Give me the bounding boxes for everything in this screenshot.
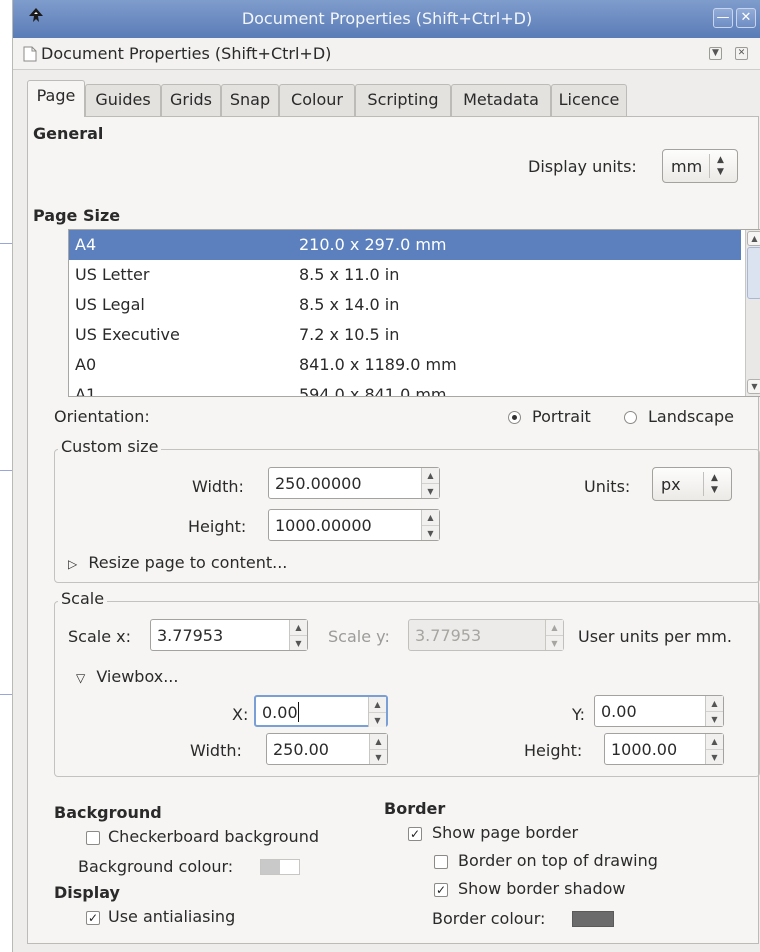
spin-arrows-icon[interactable]: ▲ ▼	[369, 734, 387, 764]
viewbox-y-input[interactable]: 0.00 ▲ ▼	[594, 695, 724, 727]
document-icon	[23, 46, 37, 62]
landscape-radio[interactable]	[624, 411, 637, 424]
dock-close-icon[interactable]: ✕	[735, 47, 748, 60]
viewbox-x-label: X:	[232, 705, 249, 724]
viewbox-label: Viewbox...	[96, 667, 179, 686]
list-item[interactable]: US Letter 8.5 x 11.0 in	[69, 260, 741, 290]
checkerboard-label[interactable]: Checkerboard background	[108, 827, 319, 846]
combo-arrows-icon: ▲ ▼	[717, 155, 724, 177]
page-tab-panel: General Display units: mm ▲ ▼ Page Size A…	[27, 116, 760, 944]
viewbox-expander[interactable]: ▽ Viewbox...	[76, 667, 178, 686]
orientation-label: Orientation:	[54, 407, 150, 426]
spin-arrows-icon: ▲ ▼	[545, 620, 563, 650]
spin-arrows-icon[interactable]: ▲ ▼	[705, 734, 723, 764]
scale-y-label: Scale y:	[328, 627, 390, 646]
window-titlebar[interactable]: Document Properties (Shift+Ctrl+D) — ✕	[13, 0, 760, 38]
viewbox-y-label: Y:	[572, 705, 586, 724]
background-heading: Background	[54, 803, 162, 822]
landscape-label[interactable]: Landscape	[648, 407, 734, 426]
window-title: Document Properties (Shift+Ctrl+D)	[241, 9, 533, 28]
antialiasing-label[interactable]: Use antialiasing	[108, 907, 235, 926]
tab-scripting[interactable]: Scripting	[355, 84, 451, 116]
scrollbar-thumb[interactable]	[747, 247, 760, 299]
page-size-heading: Page Size	[33, 206, 121, 225]
general-heading: General	[33, 124, 104, 143]
tab-grids[interactable]: Grids	[161, 84, 221, 116]
resize-to-content-label: Resize page to content...	[88, 553, 288, 572]
dock-header: Document Properties (Shift+Ctrl+D) ▼ ✕	[13, 38, 760, 70]
expander-expanded-icon: ▽	[76, 671, 86, 685]
spin-arrows-icon[interactable]: ▲ ▼	[421, 468, 439, 498]
scroll-down-icon[interactable]: ▼	[747, 379, 760, 394]
show-border-checkbox[interactable]: ✓	[408, 827, 422, 841]
dock-title: Document Properties (Shift+Ctrl+D)	[41, 44, 332, 63]
list-item[interactable]: US Executive 7.2 x 10.5 in	[69, 320, 741, 350]
custom-height-input[interactable]: 1000.00000 ▲ ▼	[268, 509, 440, 541]
custom-width-label: Width:	[192, 477, 244, 496]
units-value: px	[661, 475, 681, 494]
border-shadow-checkbox[interactable]: ✓	[434, 883, 448, 897]
display-units-label: Display units:	[528, 157, 637, 176]
list-item[interactable]: A4 210.0 x 297.0 mm	[69, 230, 741, 260]
custom-height-label: Height:	[188, 517, 247, 536]
list-item[interactable]: A1 594.0 x 841.0 mm	[69, 380, 741, 396]
units-label: Units:	[584, 477, 631, 496]
viewbox-width-input[interactable]: 250.00 ▲ ▼	[266, 733, 388, 765]
border-on-top-label[interactable]: Border on top of drawing	[458, 851, 658, 870]
portrait-label[interactable]: Portrait	[532, 407, 591, 426]
tab-page[interactable]: Page	[27, 80, 85, 117]
list-item[interactable]: US Legal 8.5 x 14.0 in	[69, 290, 741, 320]
close-icon[interactable]: ✕	[736, 8, 756, 28]
page-size-list[interactable]: A4 210.0 x 297.0 mm US Letter 8.5 x 11.0…	[68, 229, 760, 397]
border-colour-label: Border colour:	[432, 909, 546, 928]
display-heading: Display	[54, 883, 120, 902]
resize-expander[interactable]: ▷ Resize page to content...	[68, 553, 287, 572]
spin-arrows-icon[interactable]: ▲ ▼	[421, 510, 439, 540]
border-heading: Border	[384, 799, 446, 818]
display-units-combo[interactable]: mm ▲ ▼	[662, 149, 738, 183]
scroll-up-icon[interactable]: ▲	[747, 231, 760, 246]
text-caret	[298, 702, 299, 722]
combo-arrows-icon: ▲ ▼	[711, 473, 718, 495]
tab-metadata[interactable]: Metadata	[451, 84, 551, 116]
viewbox-x-input[interactable]: 0.00 ▲ ▼	[254, 695, 388, 727]
scale-legend: Scale	[58, 589, 108, 608]
portrait-radio[interactable]	[508, 411, 521, 424]
document-properties-window: Document Properties (Shift+Ctrl+D) — ✕ D…	[12, 0, 760, 952]
checkerboard-checkbox[interactable]	[86, 831, 100, 845]
user-units-label: User units per mm.	[578, 627, 732, 646]
background-colour-label: Background colour:	[78, 857, 234, 876]
tab-guides[interactable]: Guides	[85, 84, 161, 116]
minimize-icon[interactable]: —	[713, 8, 733, 28]
dock-detach-icon[interactable]: ▼	[709, 47, 722, 60]
border-on-top-checkbox[interactable]	[434, 855, 448, 869]
page-size-scrollbar[interactable]: ▲ ▼	[745, 230, 760, 396]
spin-arrows-icon[interactable]: ▲ ▼	[289, 620, 307, 650]
tab-colour[interactable]: Colour	[279, 84, 355, 116]
tab-snap[interactable]: Snap	[221, 84, 279, 116]
display-units-value: mm	[671, 157, 703, 176]
scale-x-input[interactable]: 3.77953 ▲ ▼	[150, 619, 308, 651]
custom-size-legend: Custom size	[58, 437, 162, 456]
units-combo[interactable]: px ▲ ▼	[652, 467, 732, 501]
viewbox-height-label: Height:	[524, 741, 583, 760]
scale-y-input: 3.77953 ▲ ▼	[408, 619, 564, 651]
viewbox-width-label: Width:	[190, 741, 242, 760]
antialiasing-checkbox[interactable]: ✓	[86, 911, 100, 925]
background-colour-swatch[interactable]	[260, 859, 300, 875]
spin-arrows-icon[interactable]: ▲ ▼	[368, 697, 386, 727]
expander-collapsed-icon: ▷	[68, 557, 78, 571]
show-border-label[interactable]: Show page border	[432, 823, 578, 842]
list-item[interactable]: A0 841.0 x 1189.0 mm	[69, 350, 741, 380]
tab-licence[interactable]: Licence	[551, 84, 627, 116]
spin-arrows-icon[interactable]: ▲ ▼	[705, 696, 723, 726]
scale-x-label: Scale x:	[68, 627, 131, 646]
border-colour-swatch[interactable]	[572, 911, 614, 927]
custom-width-input[interactable]: 250.00000 ▲ ▼	[268, 467, 440, 499]
border-shadow-label[interactable]: Show border shadow	[458, 879, 625, 898]
viewbox-height-input[interactable]: 1000.00 ▲ ▼	[604, 733, 724, 765]
